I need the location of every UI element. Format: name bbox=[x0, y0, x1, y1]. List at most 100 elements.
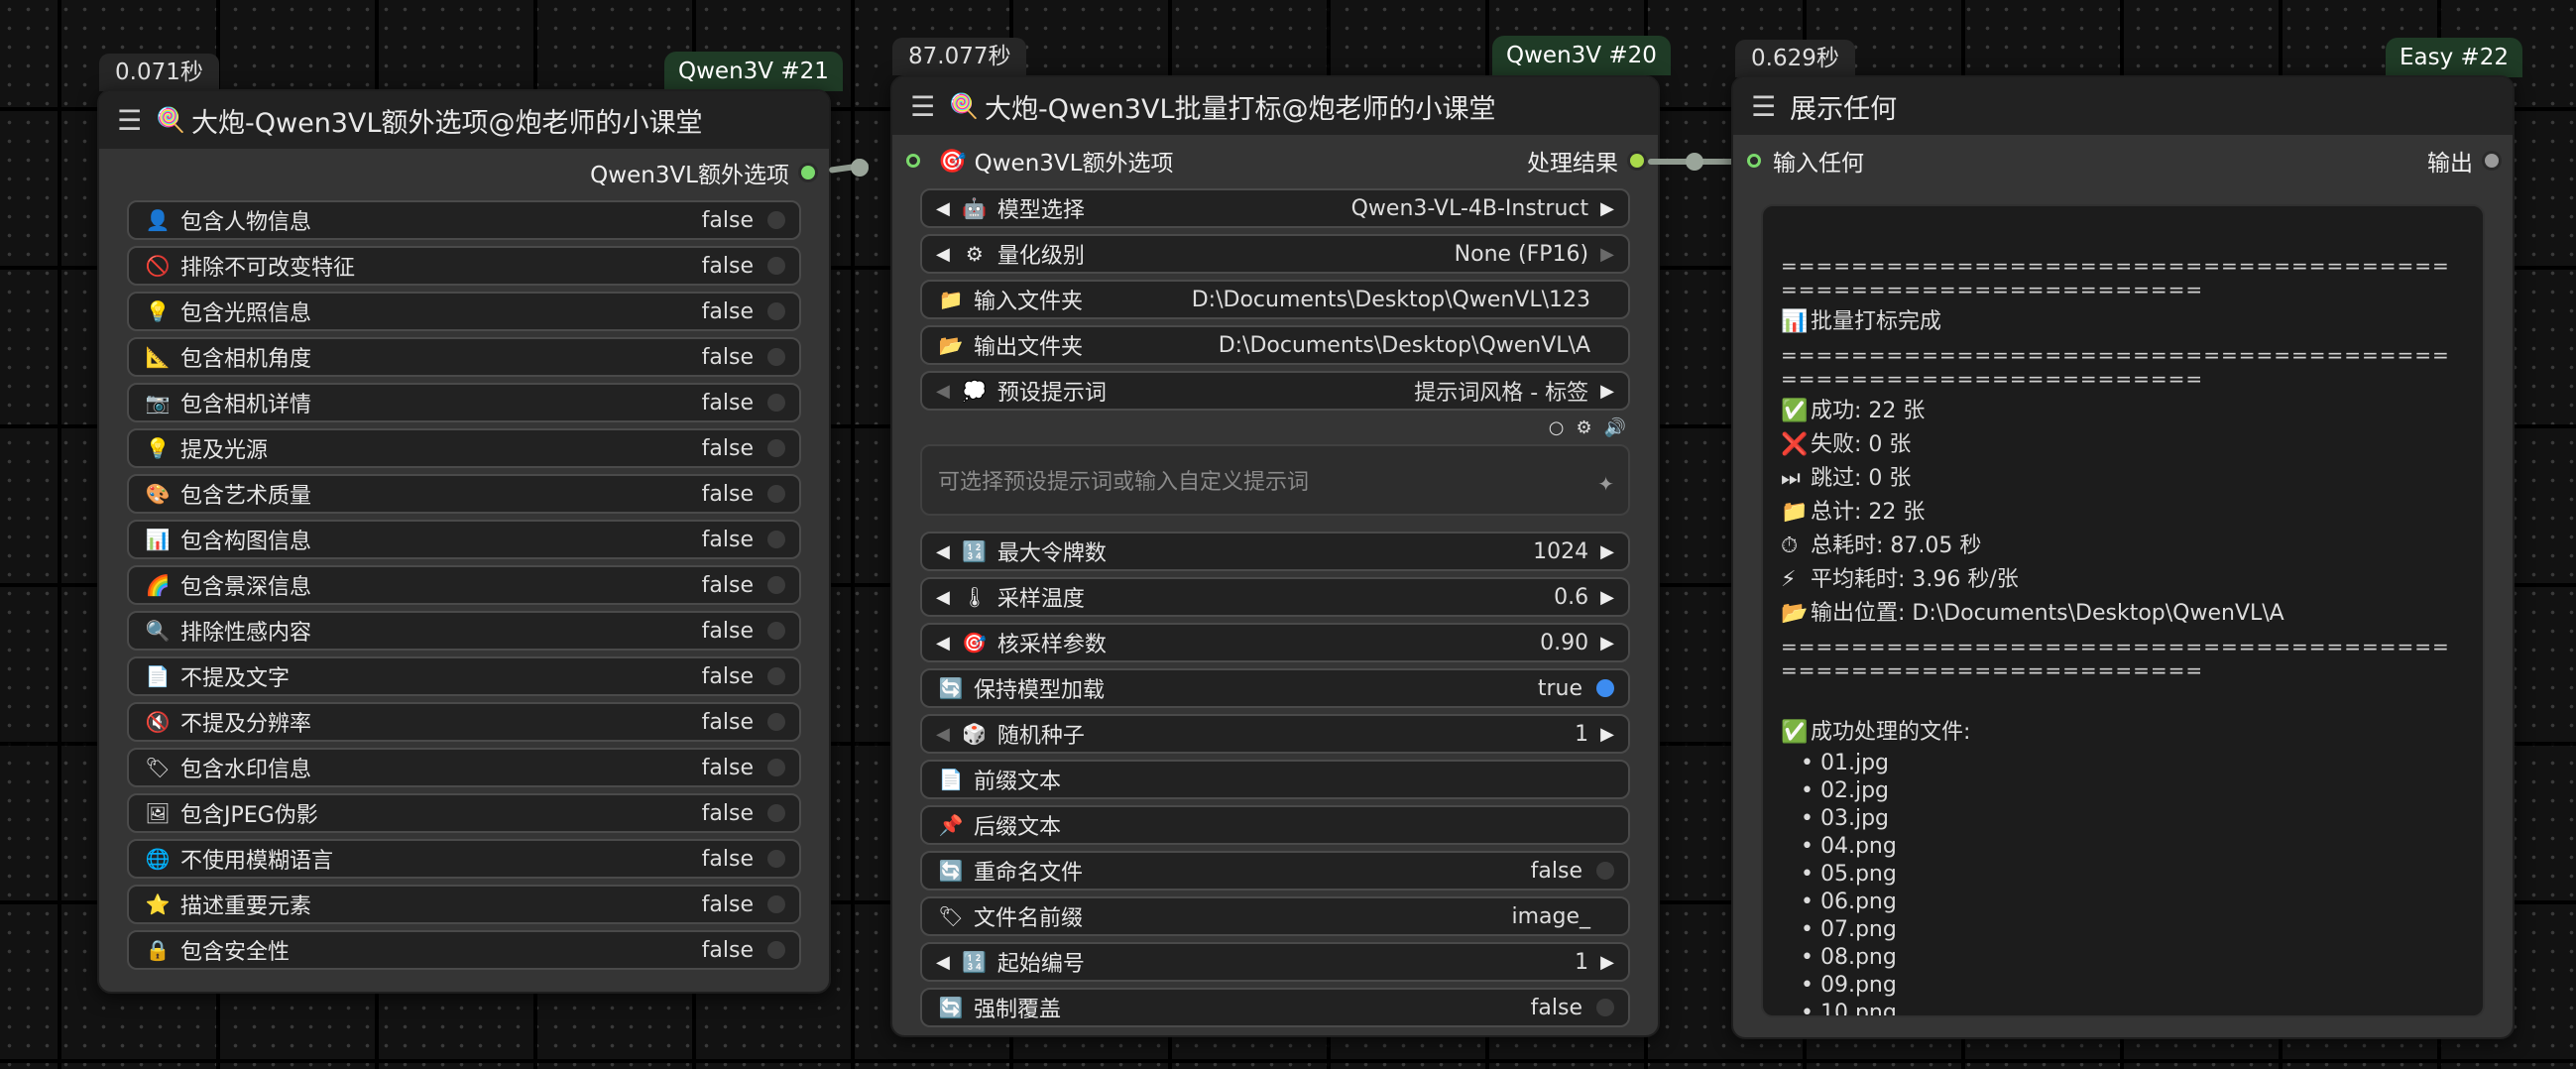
option-toggle[interactable]: 🔇 不提及分辨率 false bbox=[127, 702, 801, 742]
arrow-right-icon[interactable]: ▶ bbox=[1600, 587, 1614, 608]
wire-midpoint-knob[interactable] bbox=[1686, 153, 1703, 171]
node-qwen3vl-extra-options[interactable]: ☰ 🍭 大炮-Qwen3VL额外选项@炮老师的小课堂 Qwen3VL额外选项 👤… bbox=[97, 89, 831, 994]
arrow-right-icon[interactable]: ▶ bbox=[1600, 633, 1614, 653]
arrow-left-icon[interactable]: ◀ bbox=[936, 541, 950, 562]
toggle-off-indicator[interactable] bbox=[767, 941, 785, 959]
option-toggle[interactable]: 👤 包含人物信息 false bbox=[127, 200, 801, 240]
overwrite-toggle[interactable]: 🔄 强制覆盖 false bbox=[920, 988, 1630, 1027]
max-tokens-number[interactable]: ◀ 🔢 最大令牌数 1024 ▶ bbox=[920, 532, 1630, 571]
node21-options-list: 👤 包含人物信息 false 🚫 排除不可改变特征 false 💡 包含光照信息 false 📐 包… bbox=[99, 200, 829, 970]
option-toggle[interactable]: ⭐ 描述重要元素 false bbox=[127, 885, 801, 924]
toggle-off-indicator[interactable] bbox=[767, 622, 785, 640]
arrow-right-icon[interactable]: ▶ bbox=[1600, 244, 1614, 265]
toggle-off-indicator[interactable] bbox=[767, 759, 785, 776]
toggle-off-indicator[interactable] bbox=[767, 713, 785, 731]
node20-widgets: ◀ 🤖 模型选择 Qwen3-VL-4B-Instruct ▶ ◀ ⚙ 量化级别… bbox=[892, 188, 1658, 1027]
option-toggle[interactable]: 📊 包含构图信息 false bbox=[127, 520, 801, 559]
toggle-off-indicator[interactable] bbox=[767, 895, 785, 913]
prefix-text-field[interactable]: 📄 前缀文本 bbox=[920, 760, 1630, 799]
option-value: false bbox=[701, 390, 754, 416]
arrow-right-icon[interactable]: ▶ bbox=[1600, 952, 1614, 973]
option-toggle[interactable]: 🚫 排除不可改变特征 false bbox=[127, 246, 801, 286]
seed-number[interactable]: ◀ 🎲 随机种子 1 ▶ bbox=[920, 714, 1630, 754]
arrow-left-icon[interactable]: ◀ bbox=[936, 587, 950, 608]
toggle-off-indicator[interactable] bbox=[1596, 862, 1614, 880]
option-toggle[interactable]: 🔒 包含安全性 false bbox=[127, 930, 801, 970]
option-toggle[interactable]: 🖼 包含JPEG伪影 false bbox=[127, 793, 801, 833]
arrow-right-icon[interactable]: ▶ bbox=[1600, 198, 1614, 219]
option-toggle[interactable]: 📄 不提及文字 false bbox=[127, 656, 801, 696]
output-connector-dot[interactable] bbox=[801, 166, 815, 179]
summary-title-line: 📊 批量打标完成 bbox=[1781, 305, 2465, 339]
arrow-left-icon[interactable]: ◀ bbox=[936, 633, 950, 653]
toggle-off-indicator[interactable] bbox=[767, 531, 785, 548]
quantization-combo[interactable]: ◀ ⚙ 量化级别 None (FP16) ▶ bbox=[920, 234, 1630, 274]
option-toggle[interactable]: 📷 包含相机详情 false bbox=[127, 383, 801, 422]
node21-header[interactable]: ☰ 🍭 大炮-Qwen3VL额外选项@炮老师的小课堂 bbox=[99, 91, 829, 149]
input-folder-field[interactable]: 📁 输入文件夹 D:\Documents\Desktop\QwenVL\123 bbox=[920, 280, 1630, 319]
option-toggle[interactable]: 🌈 包含景深信息 false bbox=[127, 565, 801, 605]
arrow-right-icon[interactable]: ▶ bbox=[1600, 541, 1614, 562]
output-text-display[interactable]: ========================================… bbox=[1761, 204, 2485, 1017]
overwrite-label: 强制覆盖 bbox=[974, 998, 1062, 1022]
toggle-off-indicator[interactable] bbox=[767, 302, 785, 320]
option-toggle[interactable]: 💡 包含光照信息 false bbox=[127, 292, 801, 331]
custom-prompt-textarea[interactable]: 可选择预设提示词或输入自定义提示词 ✦ bbox=[920, 444, 1630, 516]
circle-icon[interactable]: ○ bbox=[1549, 417, 1565, 438]
toggle-off-indicator[interactable] bbox=[767, 348, 785, 366]
arrow-left-icon[interactable]: ◀ bbox=[936, 244, 950, 265]
option-toggle[interactable]: 💡 提及光源 false bbox=[127, 428, 801, 468]
node-show-anything[interactable]: ☰ 展示任何 输入任何 输出 =========================… bbox=[1731, 75, 2515, 1039]
arrow-right-icon[interactable]: ▶ bbox=[1600, 381, 1614, 402]
start-index-number[interactable]: ◀ 🔢 起始编号 1 ▶ bbox=[920, 942, 1630, 982]
option-toggle[interactable]: 🌐 不使用模糊语言 false bbox=[127, 839, 801, 879]
toggle-off-indicator[interactable] bbox=[767, 439, 785, 457]
node-qwen3vl-batch-tagging[interactable]: ☰ 🍭 大炮-Qwen3VL批量打标@炮老师的小课堂 🎯 Qwen3VL额外选项… bbox=[890, 75, 1660, 1037]
node21-output-slot[interactable]: Qwen3VL额外选项 bbox=[99, 151, 829, 194]
input-connector-dot[interactable] bbox=[906, 154, 920, 168]
file-prefix-field[interactable]: 🏷 文件名前缀 image_ bbox=[920, 896, 1630, 936]
model-select-combo[interactable]: ◀ 🤖 模型选择 Qwen3-VL-4B-Instruct ▶ bbox=[920, 188, 1630, 228]
input-connector-dot[interactable] bbox=[1747, 154, 1761, 168]
toggle-off-indicator[interactable] bbox=[767, 211, 785, 229]
hamburger-menu-icon[interactable]: ☰ bbox=[910, 90, 935, 123]
toggle-off-indicator[interactable] bbox=[767, 394, 785, 412]
temperature-number[interactable]: ◀ 🌡 采样温度 0.6 ▶ bbox=[920, 577, 1630, 617]
hamburger-menu-icon[interactable]: ☰ bbox=[1751, 90, 1776, 123]
option-toggle[interactable]: 🏷 包含水印信息 false bbox=[127, 748, 801, 787]
toggle-off-indicator[interactable] bbox=[767, 257, 785, 275]
gear-icon[interactable]: ⚙ bbox=[1576, 417, 1591, 438]
node20-header[interactable]: ☰ 🍭 大炮-Qwen3VL批量打标@炮老师的小课堂 bbox=[892, 77, 1658, 135]
arrow-left-icon[interactable]: ◀ bbox=[936, 724, 950, 745]
toggle-off-indicator[interactable] bbox=[767, 576, 785, 594]
suffix-text-field[interactable]: 📌 后缀文本 bbox=[920, 805, 1630, 845]
top-p-number[interactable]: ◀ 🎯 核采样参数 0.90 ▶ bbox=[920, 623, 1630, 662]
output-folder-field[interactable]: 📂 输出文件夹 D:\Documents\Desktop\QwenVL\A bbox=[920, 325, 1630, 365]
option-value: false bbox=[701, 344, 754, 370]
hamburger-menu-icon[interactable]: ☰ bbox=[117, 104, 142, 137]
option-toggle[interactable]: 🔍 排除性感内容 false bbox=[127, 611, 801, 651]
toggle-off-indicator[interactable] bbox=[767, 850, 785, 868]
toggle-on-indicator[interactable] bbox=[1596, 679, 1614, 697]
option-toggle[interactable]: 🎨 包含艺术质量 false bbox=[127, 474, 801, 514]
node20-title: 大炮-Qwen3VL批量打标@炮老师的小课堂 bbox=[985, 93, 1496, 125]
toggle-off-indicator[interactable] bbox=[1596, 999, 1614, 1016]
toggle-off-indicator[interactable] bbox=[767, 804, 785, 822]
arrow-left-icon[interactable]: ◀ bbox=[936, 198, 950, 219]
keep-model-toggle[interactable]: 🔄 保持模型加载 true bbox=[920, 668, 1630, 708]
arrow-left-icon[interactable]: ◀ bbox=[936, 381, 950, 402]
wire-midpoint-knob[interactable] bbox=[851, 159, 869, 177]
option-toggle[interactable]: 📐 包含相机角度 false bbox=[127, 337, 801, 377]
speaker-icon[interactable]: 🔊 bbox=[1604, 417, 1626, 438]
arrow-left-icon[interactable]: ◀ bbox=[936, 952, 950, 973]
stats-list: ✅ 成功: 22 张 ❌ 失败: 0 张 ⏭ 跳过: 0 张 📁 总计: 22 张 ⏱ 总耗时: … bbox=[1781, 395, 2465, 631]
arrow-right-icon[interactable]: ▶ bbox=[1600, 724, 1614, 745]
toggle-off-indicator[interactable] bbox=[767, 485, 785, 503]
rename-files-toggle[interactable]: 🔄 重命名文件 false bbox=[920, 851, 1630, 891]
sparkle-icon[interactable]: ✦ bbox=[1597, 472, 1614, 496]
output-connector-dot[interactable] bbox=[1630, 154, 1644, 168]
output-connector-dot[interactable] bbox=[2485, 154, 2499, 168]
toggle-off-indicator[interactable] bbox=[767, 667, 785, 685]
preset-prompt-combo[interactable]: ◀ 💭 预设提示词 提示词风格 - 标签 ▶ bbox=[920, 371, 1630, 411]
node22-header[interactable]: ☰ 展示任何 bbox=[1733, 77, 2513, 135]
